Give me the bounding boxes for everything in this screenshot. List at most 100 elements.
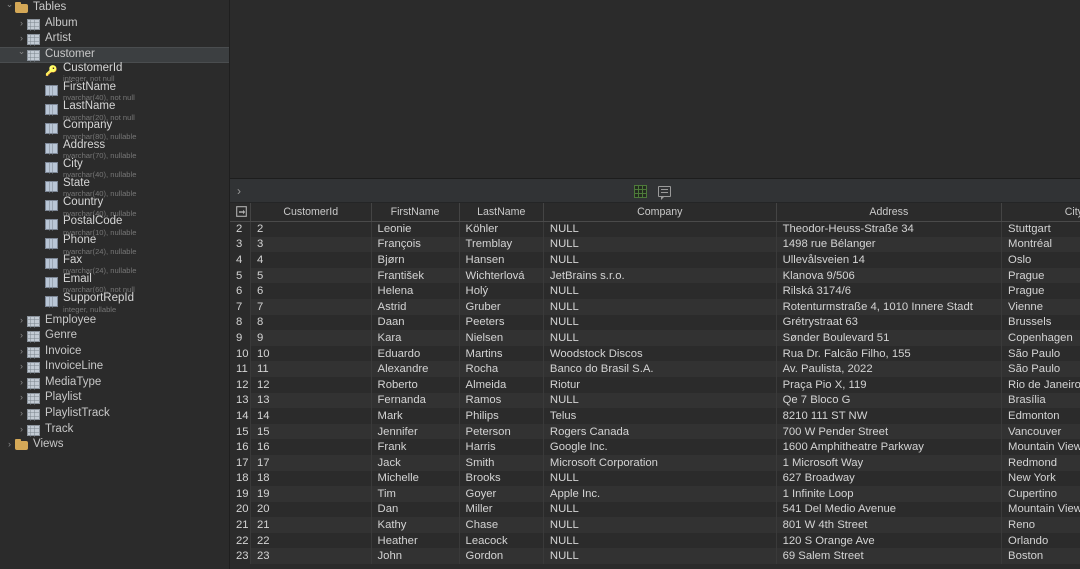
database-tree-sidebar[interactable]: Tables Album Artist CustomerCustomerIdinteg…: [0, 0, 230, 569]
cell-city[interactable]: São Paulo: [1001, 361, 1080, 377]
cell-customerid[interactable]: 23: [249, 548, 372, 565]
cell-firstname[interactable]: Eduardo: [371, 345, 460, 362]
cell-company[interactable]: Rogers Canada: [543, 423, 777, 440]
cell-customerid[interactable]: 5: [249, 267, 372, 284]
cell-firstname[interactable]: Kara: [371, 330, 460, 346]
cell-address[interactable]: 69 Salem Street: [776, 548, 1003, 565]
cell-lastname[interactable]: Ramos: [459, 392, 544, 409]
cell-address[interactable]: 541 Del Medio Avenue: [776, 501, 1003, 518]
cell-lastname[interactable]: Peeters: [459, 314, 544, 331]
cell-customerid[interactable]: 16: [249, 439, 372, 455]
cell-city[interactable]: Edmonton: [1001, 408, 1080, 424]
table-row[interactable]: 2121KathyChaseNULL801 W 4th StreetRenoNV…: [230, 517, 1080, 533]
comment-icon[interactable]: [658, 186, 671, 200]
cell-city[interactable]: Vienne: [1001, 298, 1080, 315]
cell-customerid[interactable]: 6: [249, 283, 372, 299]
chevron-right-icon[interactable]: [16, 328, 27, 343]
cell-address[interactable]: 1 Microsoft Way: [776, 454, 1003, 471]
cell-firstname[interactable]: Mark: [371, 408, 460, 424]
cell-lastname[interactable]: Chase: [459, 517, 544, 533]
cell-address[interactable]: Sønder Boulevard 51: [776, 330, 1003, 346]
tree-item-album[interactable]: Album: [0, 16, 229, 32]
tree-item-track[interactable]: Track: [0, 421, 229, 437]
cell-firstname[interactable]: Leonie: [371, 221, 460, 237]
cell-lastname[interactable]: Tremblay: [459, 236, 544, 253]
cell-address[interactable]: 801 W 4th Street: [776, 517, 1003, 533]
cell-address[interactable]: 627 Broadway: [776, 470, 1003, 487]
cell-address[interactable]: Ullevålsveien 14: [776, 252, 1003, 268]
cell-address[interactable]: 1600 Amphitheatre Parkway: [776, 439, 1003, 455]
tree-item-playlist[interactable]: Playlist: [0, 390, 229, 406]
cell-company[interactable]: JetBrains s.r.o.: [543, 267, 777, 284]
cell-firstname[interactable]: Dan: [371, 501, 460, 518]
table-row[interactable]: 10 10 Eduardo Martins Woodstock Discos Rua Dr…: [230, 345, 1080, 362]
cell-lastname[interactable]: Gruber: [459, 298, 544, 315]
cell-lastname[interactable]: Nielsen: [459, 330, 544, 346]
cell-city[interactable]: Redmond: [1001, 454, 1080, 471]
cell-address[interactable]: 120 S Orange Ave: [776, 532, 1003, 549]
cell-address[interactable]: Theodor-Heuss-Straße 34: [776, 221, 1003, 237]
tree-item-views[interactable]: Views: [0, 437, 229, 453]
cell-company[interactable]: Banco do Brasil S.A.: [543, 361, 777, 377]
cell-address[interactable]: 8210 111 ST NW: [776, 408, 1003, 424]
cell-lastname[interactable]: Gordon: [459, 548, 544, 565]
cell-city[interactable]: Brussels: [1001, 314, 1080, 331]
table-row[interactable]: 17 17 Jack Smith Microsoft Corporation 1 Micr…: [230, 454, 1080, 471]
tree-item-tables[interactable]: Tables: [0, 0, 229, 16]
tree-item-employee[interactable]: Employee: [0, 312, 229, 328]
cell-company[interactable]: NULL: [543, 470, 777, 487]
cell-company[interactable]: NULL: [543, 298, 777, 315]
cell-lastname[interactable]: Goyer: [459, 486, 544, 502]
cell-city[interactable]: Mountain View: [1001, 501, 1080, 518]
cell-city[interactable]: Stuttgart: [1001, 221, 1080, 237]
table-row[interactable]: 14 14 Mark Philips Telus 8210 111 ST NW Edmont…: [230, 408, 1080, 424]
table-row[interactable]: 2 2 Leonie Köhler NULL Theodor-Heuss-Straße 3…: [230, 221, 1080, 237]
cell-city[interactable]: São Paulo: [1001, 345, 1080, 362]
tree-item-phone[interactable]: Phone nvarchar(24), nullable: [0, 235, 229, 255]
cell-firstname[interactable]: François: [371, 236, 460, 253]
tree-item-playlisttrack[interactable]: PlaylistTrack: [0, 406, 229, 422]
cell-firstname[interactable]: John: [371, 548, 460, 565]
cell-city[interactable]: Montréal: [1001, 236, 1080, 253]
grid-view-icon[interactable]: [634, 185, 647, 198]
cell-address[interactable]: 700 W Pender Street: [776, 423, 1003, 440]
cell-company[interactable]: NULL: [543, 392, 777, 409]
cell-firstname[interactable]: Kathy: [371, 517, 460, 533]
table-row[interactable]: 19 19 Tim Goyer Apple Inc. 1 Infinite Loop Cup…: [230, 486, 1080, 502]
column-header-city[interactable]: City: [1001, 203, 1080, 222]
cell-customerid[interactable]: 17: [249, 454, 372, 471]
table-row[interactable]: 11 11 Alexandre Rocha Banco do Brasil S.A. Av…: [230, 361, 1080, 377]
cell-company[interactable]: NULL: [543, 532, 777, 549]
cell-address[interactable]: 1498 rue Bélanger: [776, 236, 1003, 253]
cell-customerid[interactable]: 8: [249, 314, 372, 331]
cell-customerid[interactable]: 7: [249, 298, 372, 315]
table-row[interactable]: 7 7 Astrid Gruber NULL Rotenturmstraße 4, 101…: [230, 298, 1080, 315]
cell-company[interactable]: Google Inc.: [543, 439, 777, 455]
cell-firstname[interactable]: Helena: [371, 283, 460, 299]
cell-lastname[interactable]: Smith: [459, 454, 544, 471]
cell-address[interactable]: Klanova 9/506: [776, 267, 1003, 284]
column-header-lastname[interactable]: LastName: [459, 203, 544, 222]
chevron-right-icon[interactable]: [16, 31, 27, 46]
cell-firstname[interactable]: Jack: [371, 454, 460, 471]
cell-customerid[interactable]: 13: [249, 392, 372, 409]
tree-item-postalcode[interactable]: PostalCode nvarchar(10), nullable: [0, 216, 229, 236]
cell-lastname[interactable]: Harris: [459, 439, 544, 455]
cell-customerid[interactable]: 15: [249, 423, 372, 440]
cell-firstname[interactable]: František: [371, 267, 460, 284]
tree-item-mediatype[interactable]: MediaType: [0, 375, 229, 391]
cell-lastname[interactable]: Martins: [459, 345, 544, 362]
cell-city[interactable]: Rio de Janeiro: [1001, 376, 1080, 393]
cell-company[interactable]: NULL: [543, 252, 777, 268]
cell-company[interactable]: Riotur: [543, 376, 777, 393]
cell-address[interactable]: Rilská 3174/6: [776, 283, 1003, 299]
result-grid-container[interactable]: CustomerId FirstName LastName Company Ad…: [230, 203, 1080, 569]
cell-customerid[interactable]: 12: [249, 376, 372, 393]
cell-address[interactable]: Rotenturmstraße 4, 1010 Innere Stadt: [776, 298, 1003, 315]
cell-firstname[interactable]: Frank: [371, 439, 460, 455]
cell-city[interactable]: Orlando: [1001, 532, 1080, 549]
cell-address[interactable]: Grétrystraat 63: [776, 314, 1003, 331]
column-header-address[interactable]: Address: [776, 203, 1003, 222]
table-row[interactable]: 15 15 Jennifer Peterson Rogers Canada 700 W P…: [230, 423, 1080, 440]
chevron-right-icon[interactable]: [4, 437, 15, 452]
